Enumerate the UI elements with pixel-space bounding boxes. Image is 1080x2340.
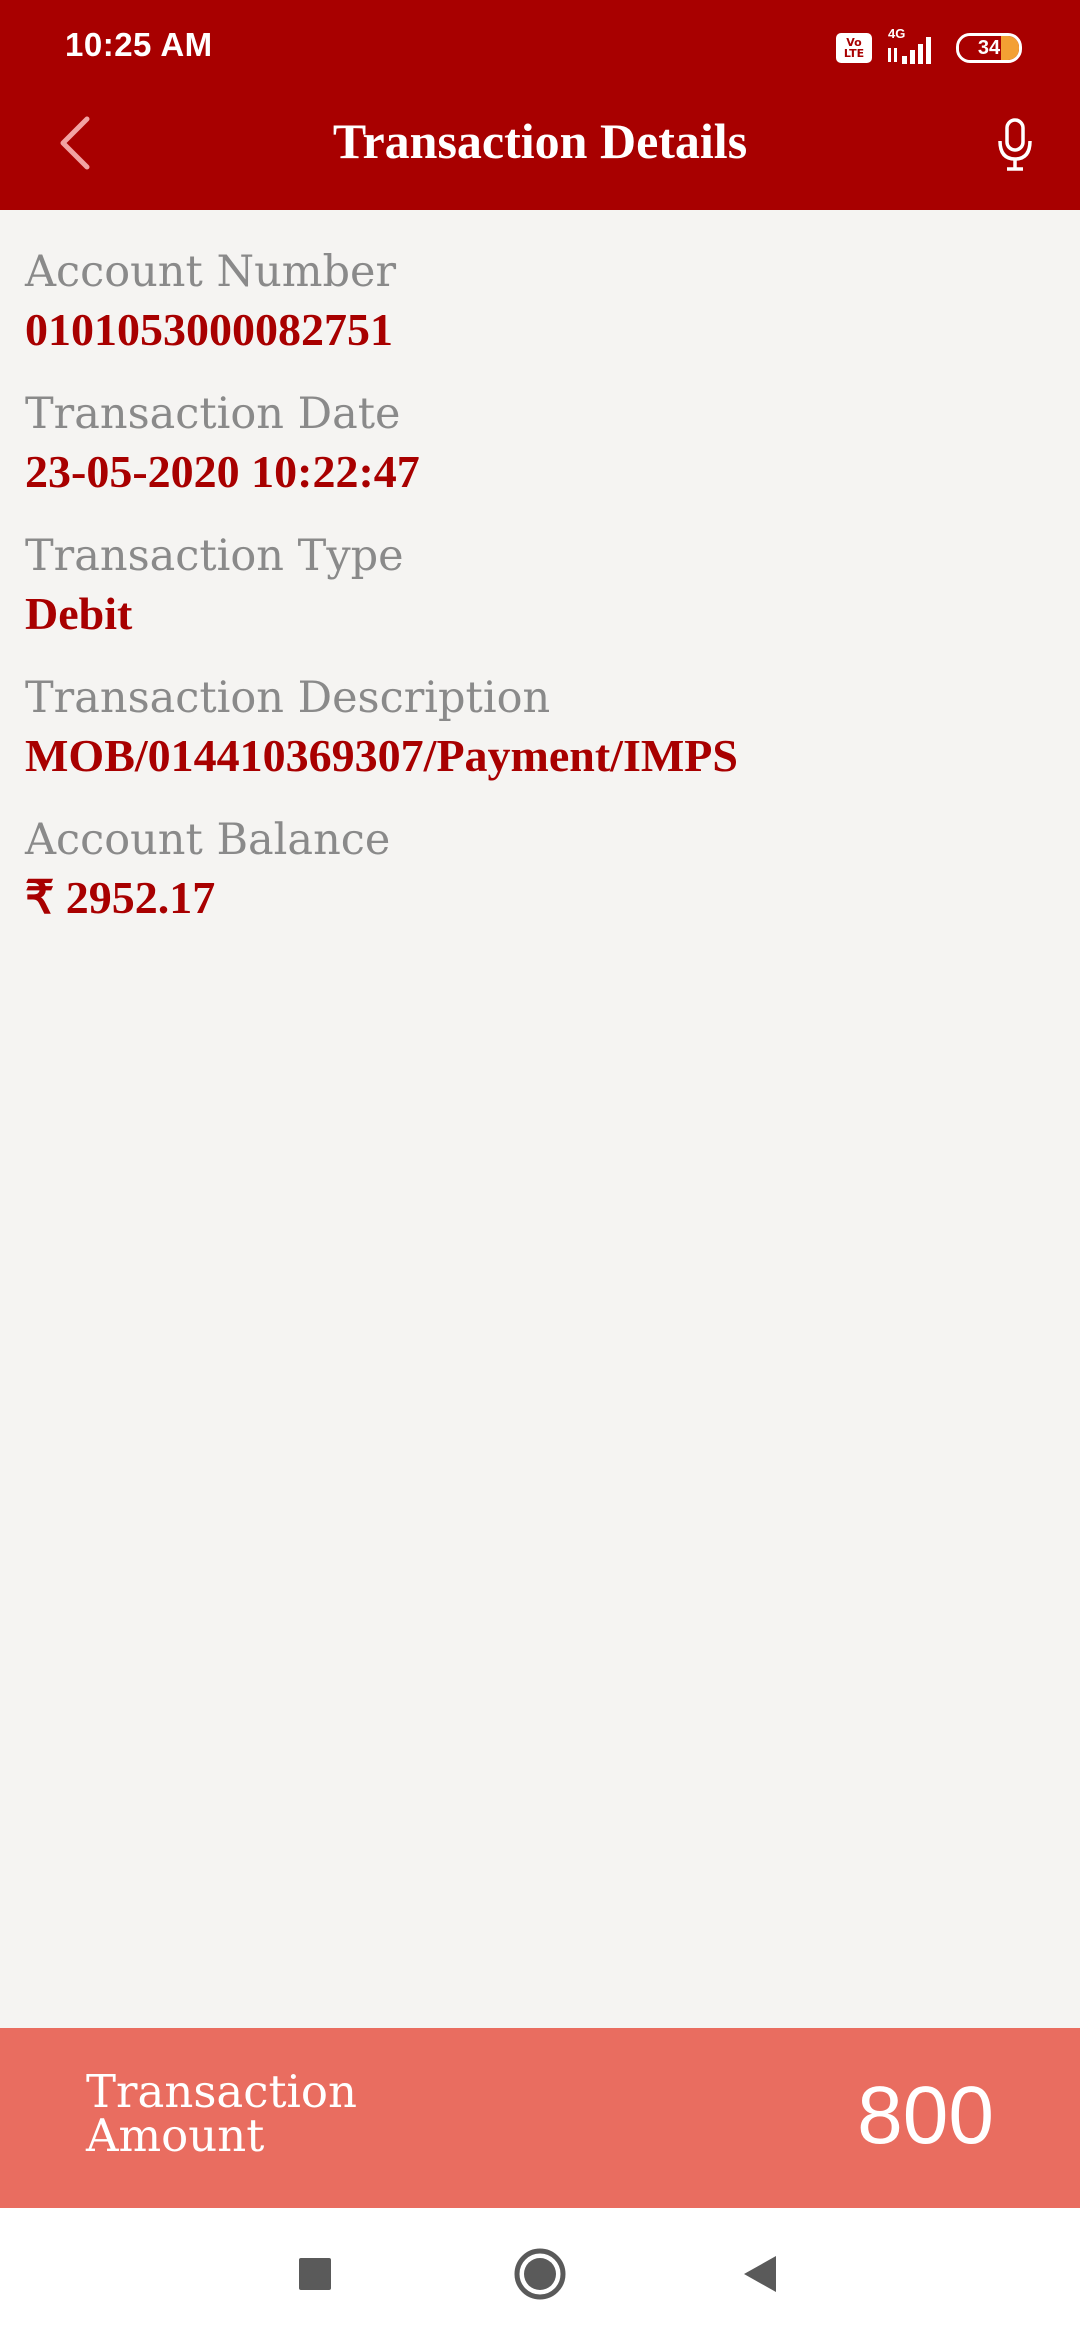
account-balance-value: ₹ 2952.17 xyxy=(25,872,216,923)
status-time: 10:25 AM xyxy=(65,26,213,63)
transaction-amount-value: 800 xyxy=(857,2070,994,2161)
page-title: Transaction Details xyxy=(332,113,748,169)
transaction-type-field: Transaction Type Debit xyxy=(25,529,1055,644)
field-label: Transaction Type xyxy=(25,531,404,581)
field-label: Transaction Date xyxy=(25,389,401,439)
status-icons: Vo LTE 4G 34 xyxy=(836,26,1022,66)
microphone-icon xyxy=(998,118,1032,171)
volte-icon: Vo LTE xyxy=(836,33,872,63)
system-navigation-bar xyxy=(0,2208,1080,2340)
signal-icon: 4G xyxy=(884,26,944,66)
triangle-back-icon xyxy=(744,2256,776,2292)
transaction-amount-bar: Transaction Amount 800 xyxy=(0,2028,1080,2208)
transaction-details-list: Account Number 0101053000082751 Transact… xyxy=(25,245,1055,955)
square-icon xyxy=(299,2258,331,2290)
transaction-date-field: Transaction Date 23-05-2020 10:22:47 xyxy=(25,387,1055,502)
transaction-description-value: MOB/014410369307/Payment/IMPS xyxy=(25,730,738,781)
app-header: 10:25 AM Vo LTE 4G 34 Transaction Detail… xyxy=(0,0,1080,210)
account-number-value: 0101053000082751 xyxy=(25,304,393,355)
transaction-date-value: 23-05-2020 10:22:47 xyxy=(25,446,420,497)
field-label: Account Balance xyxy=(25,815,391,865)
transaction-amount-label: Transaction Amount xyxy=(86,2065,358,2162)
account-balance-field: Account Balance ₹ 2952.17 xyxy=(25,813,1055,928)
circle-home-icon xyxy=(514,2248,566,2300)
battery-icon: 34 xyxy=(956,33,1022,63)
transaction-type-value: Debit xyxy=(25,588,133,639)
status-bar: 10:25 AM Vo LTE 4G 34 xyxy=(0,0,1080,95)
back-button[interactable] xyxy=(40,105,110,181)
voice-search-button[interactable] xyxy=(980,110,1050,180)
home-button[interactable] xyxy=(495,2208,585,2340)
field-label: Transaction Description xyxy=(25,673,551,723)
recents-button[interactable] xyxy=(270,2208,360,2340)
transaction-description-field: Transaction Description MOB/014410369307… xyxy=(25,671,1055,786)
system-back-button[interactable] xyxy=(715,2208,805,2340)
chevron-left-icon xyxy=(60,116,90,170)
account-number-field: Account Number 0101053000082751 xyxy=(25,245,1055,360)
battery-percent: 34 xyxy=(977,37,1001,59)
field-label: Account Number xyxy=(25,247,397,297)
